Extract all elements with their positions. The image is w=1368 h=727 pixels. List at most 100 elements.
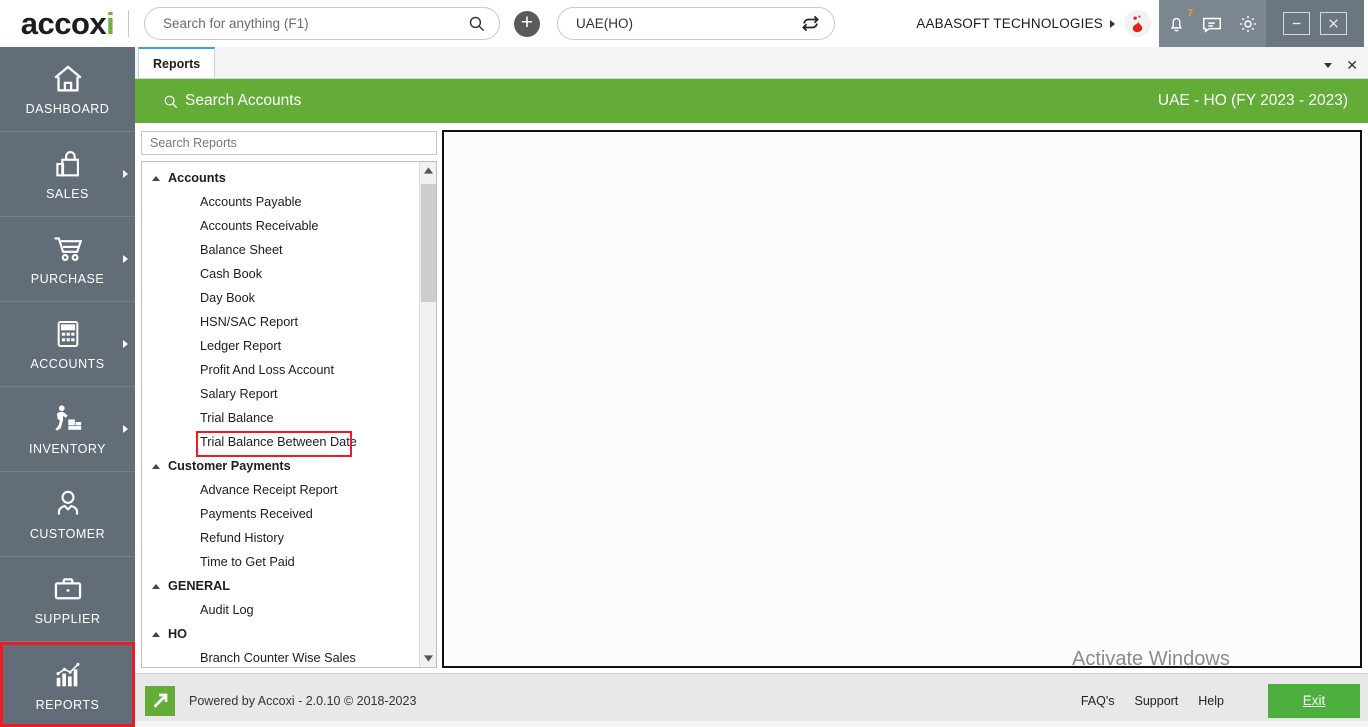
sidebar-item-label: CUSTOMER xyxy=(29,527,106,541)
sidebar-item-label: SUPPLIER xyxy=(34,612,101,626)
tree-item-trial-balance[interactable]: Trial Balance xyxy=(142,406,420,430)
page-title-text: Search Accounts xyxy=(185,92,302,109)
tree-item-time-to-get-paid[interactable]: Time to Get Paid xyxy=(142,550,420,574)
add-new-button[interactable]: + xyxy=(514,10,540,37)
scrollbar-thumb[interactable] xyxy=(421,184,436,302)
scroll-down-button[interactable] xyxy=(420,650,436,667)
sidebar-item-label: PURCHASE xyxy=(30,272,105,286)
company-name: AABASOFT TECHNOLOGIES xyxy=(916,16,1103,31)
sidebar-item-customer[interactable]: CUSTOMER xyxy=(0,472,135,557)
tree-item-day-book[interactable]: Day Book xyxy=(142,286,420,310)
shopping-bag-icon xyxy=(55,151,79,177)
tree-item-label: HSN/SAC Report xyxy=(200,315,299,329)
tree-item-salary-report[interactable]: Salary Report xyxy=(142,382,420,406)
tree-group-customer-payments[interactable]: Customer Payments xyxy=(142,454,420,478)
sidebar-item-dashboard[interactable]: DASHBOARD xyxy=(0,47,135,132)
notifications-button[interactable]: 7 xyxy=(1166,8,1193,34)
tree-item-cash-book[interactable]: Cash Book xyxy=(142,262,420,286)
tree-item-label: Ledger Report xyxy=(200,339,282,353)
company-area[interactable]: AABASOFT TECHNOLOGIES 7 xyxy=(916,0,1368,47)
tree-item-label: Audit Log xyxy=(200,603,254,617)
tree-group-label: HO xyxy=(168,627,188,641)
tab-strip: Reports ✕ xyxy=(135,47,1368,79)
reports-tree-panel: Accounts Accounts Payable Accounts Recei… xyxy=(141,131,437,668)
branch-value: UAE(HO) xyxy=(576,16,633,31)
tree-item-audit-log[interactable]: Audit Log xyxy=(142,598,420,622)
reports-search[interactable] xyxy=(141,131,437,155)
chevron-up-icon xyxy=(152,463,160,469)
close-button[interactable] xyxy=(1320,12,1347,35)
settings-button[interactable] xyxy=(1237,13,1259,35)
gear-icon xyxy=(1240,15,1256,32)
page-header: Search Accounts UAE - HO (FY 2023 - 2023… xyxy=(135,79,1368,123)
message-icon xyxy=(1203,17,1221,33)
search-icon xyxy=(469,16,485,32)
sidebar-item-label: SALES xyxy=(46,187,89,201)
tree-item-refund-history[interactable]: Refund History xyxy=(142,526,420,550)
sidebar-item-purchase[interactable]: PURCHASE xyxy=(0,217,135,302)
tree-item-label: Branch Counter Wise Sales xyxy=(200,651,356,665)
sidebar-item-accounts[interactable]: ACCOUNTS xyxy=(0,302,135,387)
tree-item-label: Day Book xyxy=(200,291,256,305)
tree-item-balance-sheet[interactable]: Balance Sheet xyxy=(142,238,420,262)
branch-selector[interactable]: UAE(HO) xyxy=(557,7,835,40)
footer-link-help[interactable]: Help xyxy=(1198,694,1224,708)
messages-button[interactable] xyxy=(1201,13,1223,35)
tree-item-label: Accounts Payable xyxy=(200,195,302,209)
scroll-up-icon xyxy=(424,167,433,174)
footer-link-support[interactable]: Support xyxy=(1135,694,1179,708)
tree-item-ledger-report[interactable]: Ledger Report xyxy=(142,334,420,358)
sidebar-item-label: ACCOUNTS xyxy=(30,357,105,371)
top-bar: accoxi + UAE(HO) AABASOFT TECHNOLOGIES xyxy=(0,0,1368,47)
bell-icon xyxy=(1170,17,1183,32)
sidebar-item-sales[interactable]: SALES xyxy=(0,132,135,217)
chevron-up-icon xyxy=(152,583,160,589)
tab-strip-controls: ✕ xyxy=(1324,58,1368,78)
sidebar-item-supplier[interactable]: SUPPLIER xyxy=(0,557,135,642)
exit-button[interactable]: Exit xyxy=(1268,683,1360,718)
avatar[interactable] xyxy=(1124,10,1151,37)
tree-item-advance-receipt-report[interactable]: Advance Receipt Report xyxy=(142,478,420,502)
application-window: accoxi + UAE(HO) AABASOFT TECHNOLOGIES xyxy=(0,0,1368,727)
notification-count-badge: 7 xyxy=(1187,8,1193,19)
bar-chart-icon xyxy=(56,662,79,686)
footer: Powered by Accoxi - 2.0.10 © 2018-2023 F… xyxy=(135,673,1368,727)
sidebar: DASHBOARD SALES PURCHASE ACCOUNTS INVENT… xyxy=(0,47,135,727)
exit-button-label: Exit xyxy=(1302,693,1326,708)
scroll-up-button[interactable] xyxy=(420,162,436,179)
tree-item-label: Time to Get Paid xyxy=(200,555,295,569)
search-input[interactable] xyxy=(163,16,468,31)
powered-by-text: Powered by Accoxi - 2.0.10 © 2018-2023 xyxy=(189,693,417,708)
tree-item-label: Profit And Loss Account xyxy=(200,363,335,377)
close-icon[interactable]: ✕ xyxy=(1346,58,1358,72)
tree-item-branch-counter-wise-sales[interactable]: Branch Counter Wise Sales xyxy=(142,646,420,667)
tree-item-trial-balance-between-date[interactable]: Trial Balance Between Date xyxy=(142,430,420,457)
sidebar-item-inventory[interactable]: INVENTORY xyxy=(0,387,135,472)
tree-group-general[interactable]: GENERAL xyxy=(142,574,420,598)
app-logo-accent: i xyxy=(106,5,115,41)
switch-branch-icon[interactable] xyxy=(801,14,820,33)
caret-right-icon[interactable] xyxy=(1110,19,1115,28)
footer-link-faqs[interactable]: FAQ's xyxy=(1081,694,1115,708)
tree-item-payments-received[interactable]: Payments Received xyxy=(142,502,420,526)
report-content-panel xyxy=(442,130,1362,668)
tree-group-ho[interactable]: HO xyxy=(142,622,420,646)
sidebar-item-reports[interactable]: REPORTS xyxy=(0,642,135,727)
tree-scrollbar[interactable] xyxy=(419,162,436,667)
home-icon xyxy=(54,65,81,92)
tree-item-label: Refund History xyxy=(200,531,284,545)
sidebar-item-label: REPORTS xyxy=(35,697,100,712)
tree-item-accounts-payable[interactable]: Accounts Payable xyxy=(142,190,420,214)
tree-item-hsn-sac-report[interactable]: HSN/SAC Report xyxy=(142,310,420,334)
search-reports-input[interactable] xyxy=(150,136,428,150)
tree-group-accounts[interactable]: Accounts xyxy=(142,166,420,190)
tab-reports[interactable]: Reports xyxy=(138,47,216,78)
tree-item-accounts-receivable[interactable]: Accounts Receivable xyxy=(142,214,420,238)
tree-item-profit-and-loss-account[interactable]: Profit And Loss Account xyxy=(142,358,420,382)
minimize-button[interactable] xyxy=(1283,12,1310,35)
chevron-down-icon[interactable] xyxy=(1324,62,1333,68)
global-search[interactable] xyxy=(144,7,500,40)
footer-logo xyxy=(145,685,175,716)
sidebar-item-label: DASHBOARD xyxy=(25,102,110,116)
page-title: Search Accounts xyxy=(163,92,301,110)
